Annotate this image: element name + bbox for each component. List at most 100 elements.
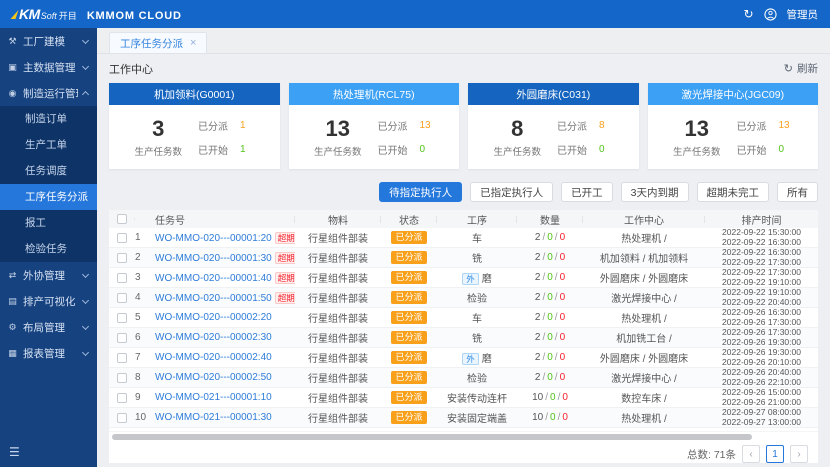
row-checkbox[interactable]	[117, 293, 127, 303]
row-checkbox[interactable]	[117, 253, 127, 263]
schedule-time-cell: 2022-09-26 19:30:002022-09-26 20:10:00	[705, 348, 818, 367]
table-row[interactable]: 4 WO-MMO-020---00001:50超期 行星组件部装 已分派 检验 …	[109, 288, 818, 308]
filter-overdue-unfinished[interactable]: 超期未完工	[697, 182, 770, 202]
outsource-tag: 外	[462, 273, 479, 285]
task-table-panel: 任务号 物料 状态 工序 数量 工作中心 排产时间 1 WO-MMO-020--…	[109, 210, 818, 463]
overdue-badge: 超期	[275, 252, 295, 264]
quantity-cell: 2/0/0	[517, 352, 583, 363]
filter-started[interactable]: 已开工	[561, 182, 613, 202]
sidebar-item-master-data[interactable]: ▣ 主数据管理	[0, 54, 97, 80]
table-row[interactable]: 2 WO-MMO-020---00001:30超期 行星组件部装 已分派 铣 2…	[109, 248, 818, 268]
chevron-down-icon	[82, 348, 89, 355]
status-badge: 已分派	[391, 331, 426, 344]
select-all-checkbox[interactable]	[117, 214, 127, 224]
task-number-link[interactable]: WO-MMO-020---00001:50	[155, 293, 272, 304]
table-row[interactable]: 9 WO-MMO-021---00001:10 行星组件部装 已分派 安装传动连…	[109, 388, 818, 408]
schedule-time-cell: 2022-09-26 20:40:002022-09-26 22:10:00	[705, 368, 818, 387]
sidebar-item-scheduling-visualization[interactable]: ▤ 排产可视化	[0, 288, 97, 314]
refresh-button[interactable]: ↻ 刷新	[784, 61, 818, 76]
sidebar-item-outsourcing[interactable]: ⇄ 外协管理	[0, 262, 97, 288]
col-workcenter: 工作中心	[583, 212, 705, 227]
task-count: 3	[134, 117, 182, 141]
workcenter-cell: 外圆磨床 / 外圆磨床	[583, 350, 705, 365]
task-number-link[interactable]: WO-MMO-020---00001:40	[155, 273, 272, 284]
chevron-down-icon	[82, 322, 89, 329]
table-row[interactable]: 5 WO-MMO-020---00002:20 行星组件部装 已分派 车 2/0…	[109, 308, 818, 328]
task-number-link[interactable]: WO-MMO-020---00002:40	[155, 352, 272, 363]
workcenter-card-title[interactable]: 热处理机(RCL75)	[289, 83, 460, 105]
sidebar-item-task-scheduling[interactable]: 任务调度	[0, 158, 97, 184]
sidebar-item-production-work-orders[interactable]: 生产工单	[0, 132, 97, 158]
status-badge: 已分派	[391, 291, 426, 304]
close-icon[interactable]: ×	[190, 38, 196, 49]
table-row[interactable]: 6 WO-MMO-020---00002:30 行星组件部装 已分派 铣 2/0…	[109, 328, 818, 348]
task-number-link[interactable]: WO-MMO-020---00002:30	[155, 332, 272, 343]
table-row[interactable]: 3 WO-MMO-020---00001:40超期 行星组件部装 已分派 外磨 …	[109, 268, 818, 288]
row-checkbox[interactable]	[117, 413, 127, 423]
next-page-button[interactable]: ›	[790, 445, 808, 463]
started-count: 0	[420, 144, 434, 155]
col-task-number: 任务号	[153, 212, 295, 227]
started-count: 0	[599, 144, 613, 155]
task-number-link[interactable]: WO-MMO-020---00001:20	[155, 233, 272, 244]
task-number-link[interactable]: WO-MMO-020---00002:50	[155, 372, 272, 383]
row-checkbox[interactable]	[117, 353, 127, 363]
table-row[interactable]: 8 WO-MMO-020---00002:50 行星组件部装 已分派 检验 2/…	[109, 368, 818, 388]
process-cell: 检验	[437, 290, 517, 305]
row-checkbox[interactable]	[117, 233, 127, 243]
task-count: 8	[493, 117, 541, 141]
workcenter-card-title[interactable]: 激光焊接中心(JGC09)	[648, 83, 819, 105]
gear-icon: ⚙	[7, 322, 18, 333]
task-number-link[interactable]: WO-MMO-021---00001:30	[155, 412, 272, 423]
workcenter-cell: 热处理机 /	[583, 410, 705, 425]
row-checkbox[interactable]	[117, 273, 127, 283]
operations-icon: ◉	[7, 88, 18, 99]
sidebar-item-task-dispatch[interactable]: 工序任务分派	[0, 184, 97, 210]
prev-page-button[interactable]: ‹	[742, 445, 760, 463]
task-number-link[interactable]: WO-MMO-021---00001:10	[155, 392, 272, 403]
outsource-tag: 外	[462, 353, 479, 365]
workcenter-card-title[interactable]: 外圆磨床(C031)	[468, 83, 639, 105]
logo-soft-text: Soft	[41, 11, 57, 21]
task-number-link[interactable]: WO-MMO-020---00001:30	[155, 253, 272, 264]
process-cell: 铣	[437, 330, 517, 345]
user-avatar-icon[interactable]	[764, 8, 777, 21]
col-schedule-time: 排产时间	[705, 212, 818, 227]
sidebar-item-manufacturing-orders[interactable]: 制造订单	[0, 106, 97, 132]
task-number-link[interactable]: WO-MMO-020---00002:20	[155, 312, 272, 323]
quantity-cell: 10/0/0	[517, 412, 583, 423]
row-checkbox[interactable]	[117, 333, 127, 343]
tab-task-dispatch[interactable]: 工序任务分派 ×	[109, 32, 207, 53]
filter-due-3-days[interactable]: 3天内到期	[621, 182, 689, 202]
material-cell: 行星组件部装	[295, 290, 381, 305]
page-1-button[interactable]: 1	[766, 445, 784, 463]
sidebar-item-report-management[interactable]: ▦ 报表管理	[0, 340, 97, 366]
row-checkbox[interactable]	[117, 313, 127, 323]
username[interactable]: 管理员	[787, 7, 819, 22]
col-process: 工序	[437, 212, 517, 227]
process-cell: 外磨	[437, 350, 517, 365]
collapse-sidebar-icon[interactable]: ☰	[9, 445, 20, 459]
process-cell: 检验	[437, 370, 517, 385]
task-count: 13	[673, 117, 721, 141]
sidebar-item-work-reporting[interactable]: 报工	[0, 210, 97, 236]
col-quantity: 数量	[517, 212, 583, 227]
row-checkbox[interactable]	[117, 393, 127, 403]
sync-icon[interactable]: ↻	[743, 8, 753, 20]
workcenter-card-title[interactable]: 机加领料(G0001)	[109, 83, 280, 105]
sidebar-submenu: 制造订单 生产工单 任务调度 工序任务分派 报工 检验任务	[0, 106, 97, 262]
filter-assigned-executor[interactable]: 已指定执行人	[470, 182, 553, 202]
filter-all[interactable]: 所有	[777, 182, 818, 202]
quantity-cell: 2/0/0	[517, 252, 583, 263]
table-row[interactable]: 10 WO-MMO-021---00001:30 行星组件部装 已分派 安装固定…	[109, 408, 818, 428]
scrollbar-thumb[interactable]	[112, 434, 752, 440]
workcenter-cell: 机加领料 / 机加领料	[583, 250, 705, 265]
sidebar-item-manufacturing-ops[interactable]: ◉ 制造运行管理	[0, 80, 97, 106]
sidebar-item-factory-modeling[interactable]: ⚒ 工厂建模	[0, 28, 97, 54]
filter-pending-executor[interactable]: 待指定执行人	[379, 182, 462, 202]
sidebar-item-inspection-tasks[interactable]: 检验任务	[0, 236, 97, 262]
sidebar-item-layout-management[interactable]: ⚙ 布局管理	[0, 314, 97, 340]
table-row[interactable]: 7 WO-MMO-020---00002:40 行星组件部装 已分派 外磨 2/…	[109, 348, 818, 368]
table-row[interactable]: 1 WO-MMO-020---00001:20超期 行星组件部装 已分派 车 2…	[109, 228, 818, 248]
row-checkbox[interactable]	[117, 373, 127, 383]
